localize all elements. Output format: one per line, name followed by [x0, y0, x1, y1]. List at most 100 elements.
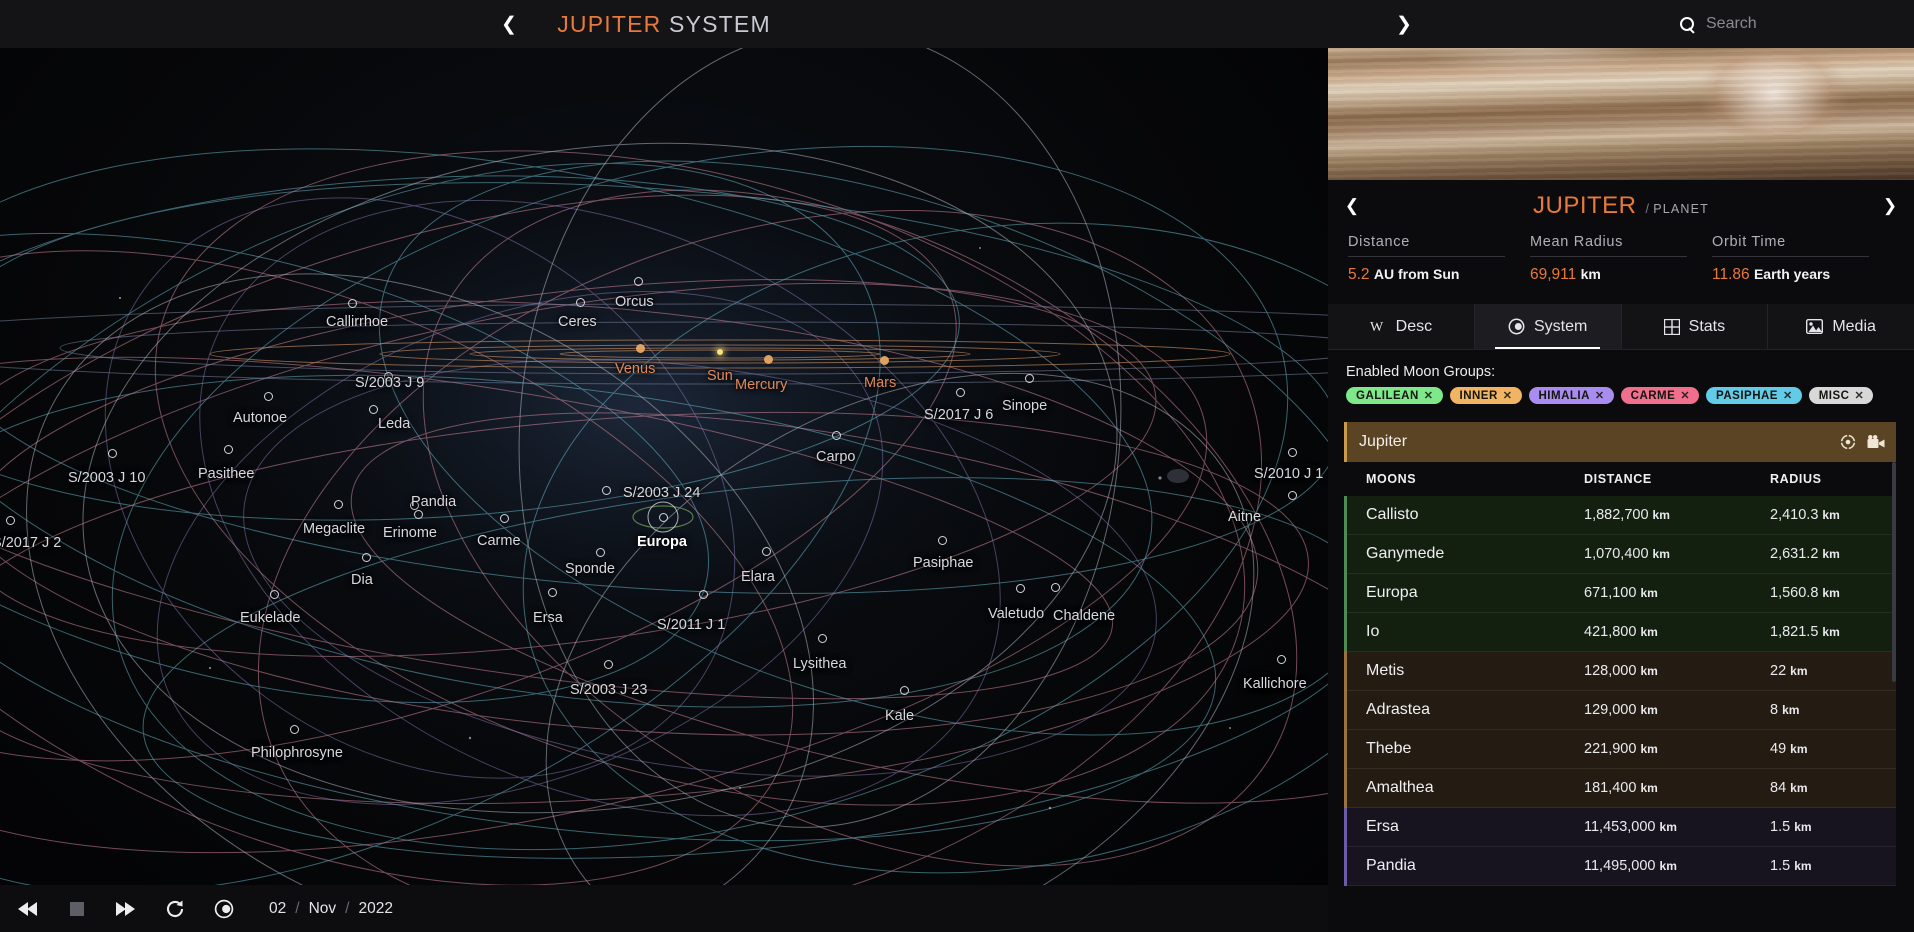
date-month[interactable]: Nov: [309, 900, 337, 918]
orbit-body-marker[interactable]: [601, 485, 611, 495]
table-row[interactable]: Amalthea 181,400 km 84 km: [1344, 769, 1896, 808]
table-row[interactable]: Adrastea 129,000 km 8 km: [1344, 691, 1896, 730]
orbit-body-label[interactable]: Sun: [707, 368, 733, 384]
orbit-body-marker[interactable]: [5, 515, 15, 525]
table-row[interactable]: Europa 671,100 km 1,560.8 km: [1344, 574, 1896, 613]
orbit-body-label[interactable]: Kallichore: [1243, 676, 1307, 692]
orbit-body-marker[interactable]: [761, 546, 771, 556]
orbit-body-marker[interactable]: [269, 589, 279, 599]
date-day[interactable]: 02: [269, 900, 286, 918]
orbit-body-marker[interactable]: [263, 391, 273, 401]
prev-body-button[interactable]: ❮: [1332, 180, 1372, 232]
orbit-body-label[interactable]: S/2010 J 1: [1254, 466, 1323, 482]
forward-button[interactable]: [112, 895, 140, 923]
moon-group-chip-pasiphae[interactable]: PASIPHAE ✕: [1706, 387, 1802, 404]
table-row[interactable]: Io 421,800 km 1,821.5 km: [1344, 613, 1896, 652]
orbit-body-label[interactable]: Carpo: [816, 449, 856, 465]
tab-stats[interactable]: Stats: [1621, 304, 1769, 349]
moon-group-chip-himalia[interactable]: HIMALIA ✕: [1528, 387, 1614, 404]
orbit-body-marker[interactable]: [413, 509, 423, 519]
orbit-body-label[interactable]: Pasithee: [198, 466, 254, 482]
tab-media[interactable]: Media: [1768, 304, 1914, 349]
orbit-body-label[interactable]: Venus: [615, 361, 655, 377]
target-icon[interactable]: [1840, 434, 1856, 450]
table-row[interactable]: Thebe 221,900 km 49 km: [1344, 730, 1896, 769]
orbit-body-marker[interactable]: [817, 633, 827, 643]
orbit-body-label[interactable]: Callirrhoe: [326, 314, 388, 330]
orbit-body-marker[interactable]: [361, 552, 371, 562]
orbit-body-label[interactable]: Ersa: [533, 610, 563, 626]
close-icon[interactable]: ✕: [1595, 389, 1605, 402]
orbit-body-label[interactable]: Lysithea: [793, 656, 846, 672]
orbit-body-label[interactable]: Erinome: [383, 525, 437, 541]
orbit-body-label[interactable]: Carme: [477, 533, 521, 549]
orbit-body-marker[interactable]: [955, 387, 965, 397]
orbit-body-marker[interactable]: [575, 297, 585, 307]
close-icon[interactable]: ✕: [1503, 389, 1513, 402]
orbit-body-marker[interactable]: [603, 659, 613, 669]
stop-button[interactable]: [63, 895, 91, 923]
search-input[interactable]: Search: [1706, 15, 1757, 33]
rewind-button[interactable]: [14, 895, 42, 923]
table-scrollbar[interactable]: [1892, 462, 1896, 682]
video-camera-icon[interactable]: [1867, 435, 1885, 449]
next-body-button[interactable]: ❯: [1870, 180, 1910, 232]
orbit-body-marker[interactable]: [658, 512, 668, 522]
orbit-body-label[interactable]: Autonoe: [233, 410, 287, 426]
orbit-body-label[interactable]: S/2011 J 1: [657, 617, 725, 633]
orbit-body-label[interactable]: Megaclite: [303, 521, 365, 537]
orbit-body-marker[interactable]: [333, 499, 343, 509]
orbit-body-label[interactable]: Europa: [637, 534, 687, 550]
close-icon[interactable]: ✕: [1680, 389, 1690, 402]
orbit-body-marker[interactable]: [1050, 582, 1060, 592]
orbit-body-marker[interactable]: [716, 348, 723, 355]
table-row[interactable]: Ganymede 1,070,400 km 2,631.2 km: [1344, 535, 1896, 574]
orbit-toggle-button[interactable]: [210, 895, 238, 923]
orbit-body-label[interactable]: S/2017 J 2: [0, 535, 61, 551]
orbit-body-label[interactable]: Mars: [864, 375, 896, 391]
table-row[interactable]: Callisto 1,882,700 km 2,410.3 km: [1344, 496, 1896, 535]
table-row[interactable]: Ersa 11,453,000 km 1.5 km: [1344, 808, 1896, 847]
orbit-body-marker[interactable]: [1276, 654, 1286, 664]
orbit-body-marker[interactable]: [368, 404, 378, 414]
next-system-button[interactable]: ❯: [1380, 0, 1428, 48]
orbit-body-label[interactable]: Orcus: [615, 294, 654, 310]
close-icon[interactable]: ✕: [1854, 389, 1864, 402]
orbit-body-label[interactable]: Valetudo: [988, 606, 1044, 622]
orbit-body-marker[interactable]: [1015, 583, 1025, 593]
orbit-body-label[interactable]: Chaldene: [1053, 608, 1115, 624]
orbit-body-marker[interactable]: [763, 354, 773, 364]
orbit-body-label[interactable]: Pasiphae: [913, 555, 973, 571]
orbit-body-label[interactable]: Sinope: [1002, 398, 1047, 414]
orbit-body-marker[interactable]: [879, 355, 889, 365]
moon-group-chip-galilean[interactable]: GALILEAN ✕: [1346, 387, 1443, 404]
moon-group-chip-misc[interactable]: MISC ✕: [1808, 387, 1874, 404]
orbit-body-marker[interactable]: [698, 589, 708, 599]
system-root-row[interactable]: Jupiter: [1344, 422, 1896, 462]
tab-system[interactable]: System: [1474, 304, 1622, 349]
orbit-body-label[interactable]: Elara: [741, 569, 775, 585]
orbit-body-marker[interactable]: [223, 444, 233, 454]
orbit-body-label[interactable]: S/2003 J 10: [68, 470, 145, 486]
tab-desc[interactable]: W Desc: [1328, 304, 1475, 349]
orbit-body-marker[interactable]: [831, 430, 841, 440]
orbit-body-marker[interactable]: [347, 298, 357, 308]
orbit-body-label[interactable]: Pandia: [411, 494, 456, 510]
moon-group-chip-carme[interactable]: CARME ✕: [1620, 387, 1700, 404]
close-icon[interactable]: ✕: [1783, 389, 1793, 402]
orbit-body-marker[interactable]: [107, 448, 117, 458]
orbit-body-label[interactable]: Eukelade: [240, 610, 300, 626]
orbit-body-marker[interactable]: [937, 535, 947, 545]
orbit-body-marker[interactable]: [899, 685, 909, 695]
orbit-body-label[interactable]: Leda: [378, 416, 410, 432]
orbit-body-label[interactable]: S/2003 J 23: [570, 682, 647, 698]
prev-system-button[interactable]: ❮: [485, 0, 533, 48]
orbit-body-label[interactable]: Dia: [351, 572, 373, 588]
reset-button[interactable]: [161, 895, 189, 923]
orbit-body-label[interactable]: Philophrosyne: [251, 745, 343, 761]
orbit-body-marker[interactable]: [1287, 490, 1297, 500]
orbit-body-label[interactable]: Mercury: [735, 377, 787, 393]
orbit-body-label[interactable]: S/2003 J 24: [623, 485, 700, 501]
orbit-body-marker[interactable]: [635, 343, 645, 353]
moon-group-chip-inner[interactable]: INNER ✕: [1449, 387, 1522, 404]
